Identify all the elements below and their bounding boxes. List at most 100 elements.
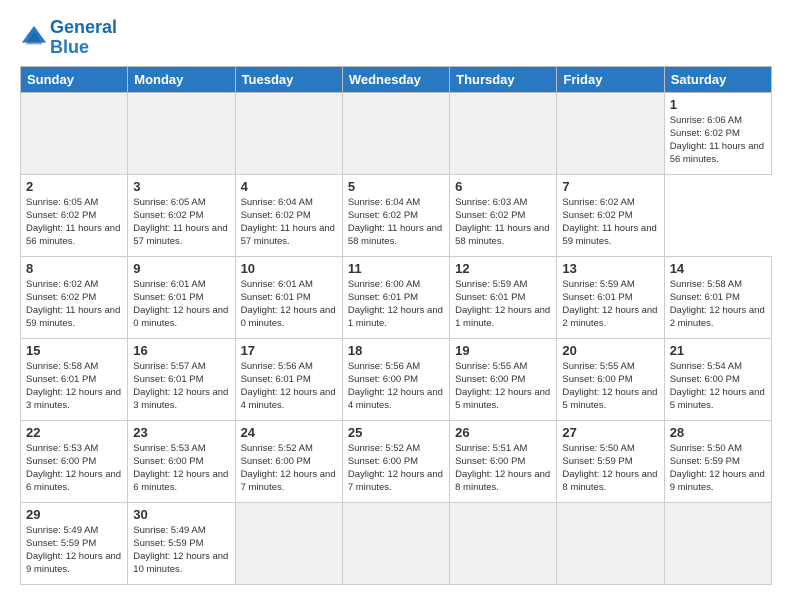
calendar-cell: 23 Sunrise: 5:53 AMSunset: 6:00 PMDayligh… (128, 420, 235, 502)
calendar-cell: 26Sunrise: 5:51 AMSunset: 6:00 PMDayligh… (450, 420, 557, 502)
day-info: Sunrise: 5:59 AMSunset: 6:01 PMDaylight:… (562, 278, 658, 331)
day-info: Sunrise: 5:49 AMSunset: 5:59 PMDaylight:… (26, 524, 122, 577)
calendar-day-header: Monday (128, 66, 235, 92)
calendar-cell: 28 Sunrise: 5:50 AMSunset: 5:59 PMDayligh… (664, 420, 771, 502)
day-info: Sunrise: 6:05 AMSunset: 6:02 PMDaylight:… (26, 196, 122, 249)
day-number: 7 (562, 179, 658, 194)
day-info: Sunrise: 5:53 AMSunset: 6:00 PMDaylight:… (133, 442, 229, 495)
calendar-cell-empty (342, 502, 449, 584)
day-number: 18 (348, 343, 444, 358)
day-number: 30 (133, 507, 229, 522)
day-info: Sunrise: 5:49 AMSunset: 5:59 PMDaylight:… (133, 524, 229, 577)
calendar-week-row: 29 Sunrise: 5:49 AMSunset: 5:59 PMDayligh… (21, 502, 772, 584)
calendar-cell: 22Sunrise: 5:53 AMSunset: 6:00 PMDayligh… (21, 420, 128, 502)
calendar-cell: 4Sunrise: 6:04 AMSunset: 6:02 PMDaylight… (235, 174, 342, 256)
day-info: Sunrise: 6:06 AMSunset: 6:02 PMDaylight:… (670, 114, 766, 167)
day-number: 24 (241, 425, 337, 440)
calendar-cell: 25 Sunrise: 5:52 AMSunset: 6:00 PMDayligh… (342, 420, 449, 502)
logo-icon (20, 24, 48, 52)
calendar-week-row: 22 Sunrise: 5:53 AMSunset: 6:00 PMDayligh… (21, 420, 772, 502)
calendar-cell: 12Sunrise: 5:59 AMSunset: 6:01 PMDayligh… (450, 256, 557, 338)
day-info: Sunrise: 6:01 AMSunset: 6:01 PMDaylight:… (241, 278, 337, 331)
calendar-cell: 11Sunrise: 6:00 AMSunset: 6:01 PMDayligh… (342, 256, 449, 338)
day-number: 15 (26, 343, 122, 358)
day-info: Sunrise: 5:55 AMSunset: 6:00 PMDaylight:… (455, 360, 551, 413)
day-number: 10 (241, 261, 337, 276)
page: General Blue SundayMondayTuesdayWednesda… (0, 0, 792, 612)
calendar-cell: 5Sunrise: 6:04 AMSunset: 6:02 PMDaylight… (342, 174, 449, 256)
calendar-cell: 7 Sunrise: 6:02 AMSunset: 6:02 PMDaylight… (557, 174, 664, 256)
calendar-day-header: Saturday (664, 66, 771, 92)
calendar-day-header: Friday (557, 66, 664, 92)
day-number: 16 (133, 343, 229, 358)
calendar-table: SundayMondayTuesdayWednesdayThursdayFrid… (20, 66, 772, 585)
calendar-day-header: Thursday (450, 66, 557, 92)
day-number: 11 (348, 261, 444, 276)
calendar-cell: 17 Sunrise: 5:56 AMSunset: 6:01 PMDayligh… (235, 338, 342, 420)
calendar-cell: 19 Sunrise: 5:55 AMSunset: 6:00 PMDayligh… (450, 338, 557, 420)
calendar-cell: 8 Sunrise: 6:02 AMSunset: 6:02 PMDaylight… (21, 256, 128, 338)
day-info: Sunrise: 5:50 AMSunset: 5:59 PMDaylight:… (562, 442, 658, 495)
day-number: 28 (670, 425, 766, 440)
day-info: Sunrise: 6:02 AMSunset: 6:02 PMDaylight:… (562, 196, 658, 249)
day-info: Sunrise: 6:05 AMSunset: 6:02 PMDaylight:… (133, 196, 229, 249)
calendar-cell-empty (450, 502, 557, 584)
calendar-cell: 3Sunrise: 6:05 AMSunset: 6:02 PMDaylight… (128, 174, 235, 256)
day-info: Sunrise: 6:03 AMSunset: 6:02 PMDaylight:… (455, 196, 551, 249)
calendar-cell-empty (235, 92, 342, 174)
calendar-cell: 29 Sunrise: 5:49 AMSunset: 5:59 PMDayligh… (21, 502, 128, 584)
calendar-cell: 16Sunrise: 5:57 AMSunset: 6:01 PMDayligh… (128, 338, 235, 420)
day-number: 27 (562, 425, 658, 440)
day-number: 6 (455, 179, 551, 194)
day-info: Sunrise: 6:01 AMSunset: 6:01 PMDaylight:… (133, 278, 229, 331)
day-number: 19 (455, 343, 551, 358)
calendar-cell: 24 Sunrise: 5:52 AMSunset: 6:00 PMDayligh… (235, 420, 342, 502)
day-number: 23 (133, 425, 229, 440)
calendar-cell-empty (128, 92, 235, 174)
calendar-cell: 30 Sunrise: 5:49 AMSunset: 5:59 PMDayligh… (128, 502, 235, 584)
day-info: Sunrise: 6:02 AMSunset: 6:02 PMDaylight:… (26, 278, 122, 331)
day-number: 20 (562, 343, 658, 358)
calendar-week-row: 1 Sunrise: 6:06 AMSunset: 6:02 PMDaylight… (21, 92, 772, 174)
calendar-cell-empty (557, 92, 664, 174)
day-number: 14 (670, 261, 766, 276)
day-number: 1 (670, 97, 766, 112)
calendar-cell: 27 Sunrise: 5:50 AMSunset: 5:59 PMDayligh… (557, 420, 664, 502)
calendar-cell-empty (450, 92, 557, 174)
day-number: 26 (455, 425, 551, 440)
day-number: 17 (241, 343, 337, 358)
calendar-cell: 1 Sunrise: 6:06 AMSunset: 6:02 PMDaylight… (664, 92, 771, 174)
calendar-week-row: 15Sunrise: 5:58 AMSunset: 6:01 PMDayligh… (21, 338, 772, 420)
day-number: 29 (26, 507, 122, 522)
day-info: Sunrise: 5:52 AMSunset: 6:00 PMDaylight:… (348, 442, 444, 495)
day-info: Sunrise: 5:50 AMSunset: 5:59 PMDaylight:… (670, 442, 766, 495)
day-number: 25 (348, 425, 444, 440)
day-number: 12 (455, 261, 551, 276)
calendar-day-header: Sunday (21, 66, 128, 92)
calendar-cell: 2 Sunrise: 6:05 AMSunset: 6:02 PMDaylight… (21, 174, 128, 256)
day-info: Sunrise: 5:56 AMSunset: 6:00 PMDaylight:… (348, 360, 444, 413)
day-info: Sunrise: 5:54 AMSunset: 6:00 PMDaylight:… (670, 360, 766, 413)
day-number: 2 (26, 179, 122, 194)
day-info: Sunrise: 5:56 AMSunset: 6:01 PMDaylight:… (241, 360, 337, 413)
calendar-cell-empty (21, 92, 128, 174)
calendar-cell: 9Sunrise: 6:01 AMSunset: 6:01 PMDaylight… (128, 256, 235, 338)
day-number: 21 (670, 343, 766, 358)
calendar-day-header: Tuesday (235, 66, 342, 92)
day-info: Sunrise: 5:52 AMSunset: 6:00 PMDaylight:… (241, 442, 337, 495)
calendar-day-header: Wednesday (342, 66, 449, 92)
calendar-cell: 10 Sunrise: 6:01 AMSunset: 6:01 PMDayligh… (235, 256, 342, 338)
day-number: 8 (26, 261, 122, 276)
day-number: 5 (348, 179, 444, 194)
calendar-week-row: 2 Sunrise: 6:05 AMSunset: 6:02 PMDaylight… (21, 174, 772, 256)
day-number: 22 (26, 425, 122, 440)
logo-text: General Blue (50, 18, 117, 58)
day-info: Sunrise: 5:55 AMSunset: 6:00 PMDaylight:… (562, 360, 658, 413)
calendar-cell: 20 Sunrise: 5:55 AMSunset: 6:00 PMDayligh… (557, 338, 664, 420)
calendar-week-row: 8 Sunrise: 6:02 AMSunset: 6:02 PMDaylight… (21, 256, 772, 338)
calendar-header-row: SundayMondayTuesdayWednesdayThursdayFrid… (21, 66, 772, 92)
calendar-cell: 6 Sunrise: 6:03 AMSunset: 6:02 PMDaylight… (450, 174, 557, 256)
calendar-cell-empty (664, 502, 771, 584)
header: General Blue (20, 18, 772, 58)
calendar-cell: 21 Sunrise: 5:54 AMSunset: 6:00 PMDayligh… (664, 338, 771, 420)
